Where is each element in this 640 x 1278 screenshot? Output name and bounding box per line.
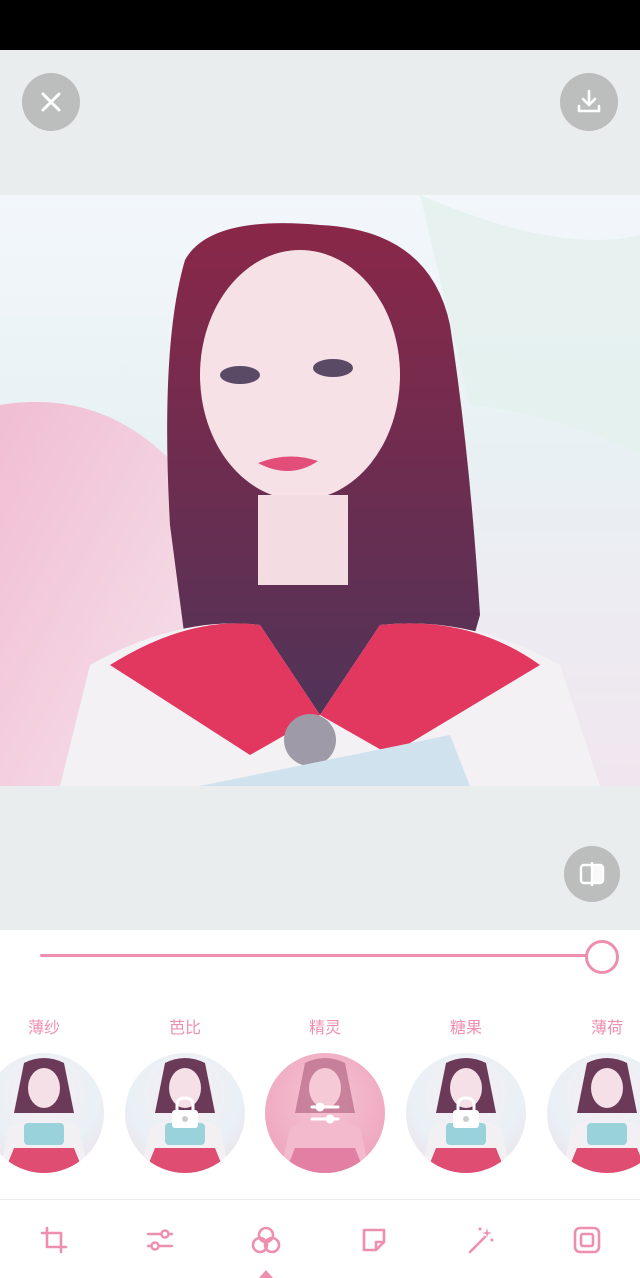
- filter-label-3: 糖果: [449, 1018, 482, 1037]
- filter-label-0: 薄纱: [27, 1018, 60, 1037]
- filter-label-1: 芭比: [168, 1018, 201, 1037]
- magic-wand-button[interactable]: [460, 1220, 500, 1260]
- adjust-button[interactable]: [140, 1220, 180, 1260]
- intensity-slider-track[interactable]: [40, 954, 596, 957]
- frame-icon: [573, 1226, 601, 1254]
- toolbar-divider: [0, 1199, 640, 1200]
- download-button[interactable]: [560, 73, 618, 131]
- lock-overlay: [406, 1053, 526, 1173]
- sticker-button[interactable]: [354, 1220, 394, 1260]
- download-icon: [577, 89, 601, 113]
- crop-button[interactable]: [34, 1220, 74, 1260]
- selected-overlay: [265, 1053, 385, 1173]
- edited-photo[interactable]: [0, 195, 640, 786]
- filter-thumb-1[interactable]: [125, 1053, 245, 1173]
- active-tool-indicator: [259, 1270, 273, 1278]
- intensity-slider-thumb[interactable]: [585, 940, 619, 974]
- photo-illustration: [0, 195, 640, 786]
- close-icon: [41, 92, 61, 112]
- frame-button[interactable]: [567, 1220, 607, 1260]
- filter-icon: [251, 1226, 281, 1254]
- sticker-icon: [362, 1228, 386, 1252]
- filter-thumb-2[interactable]: [265, 1053, 385, 1173]
- magic-wand-icon: [468, 1227, 494, 1254]
- filter-label-4: 薄荷: [590, 1018, 623, 1037]
- lock-icon: [172, 1096, 198, 1128]
- crop-icon: [40, 1226, 68, 1254]
- lock-icon: [453, 1096, 479, 1128]
- compare-icon: [579, 862, 605, 886]
- status-bar: [0, 0, 640, 50]
- adjust-icon: [146, 1229, 174, 1251]
- lock-overlay: [125, 1053, 245, 1173]
- close-button[interactable]: [22, 73, 80, 131]
- compare-button[interactable]: [564, 846, 620, 902]
- filter-label-2: 精灵: [308, 1018, 341, 1037]
- filter-button[interactable]: [246, 1220, 286, 1260]
- adjust-settings-icon: [310, 1102, 340, 1124]
- filter-thumb-3[interactable]: [406, 1053, 526, 1173]
